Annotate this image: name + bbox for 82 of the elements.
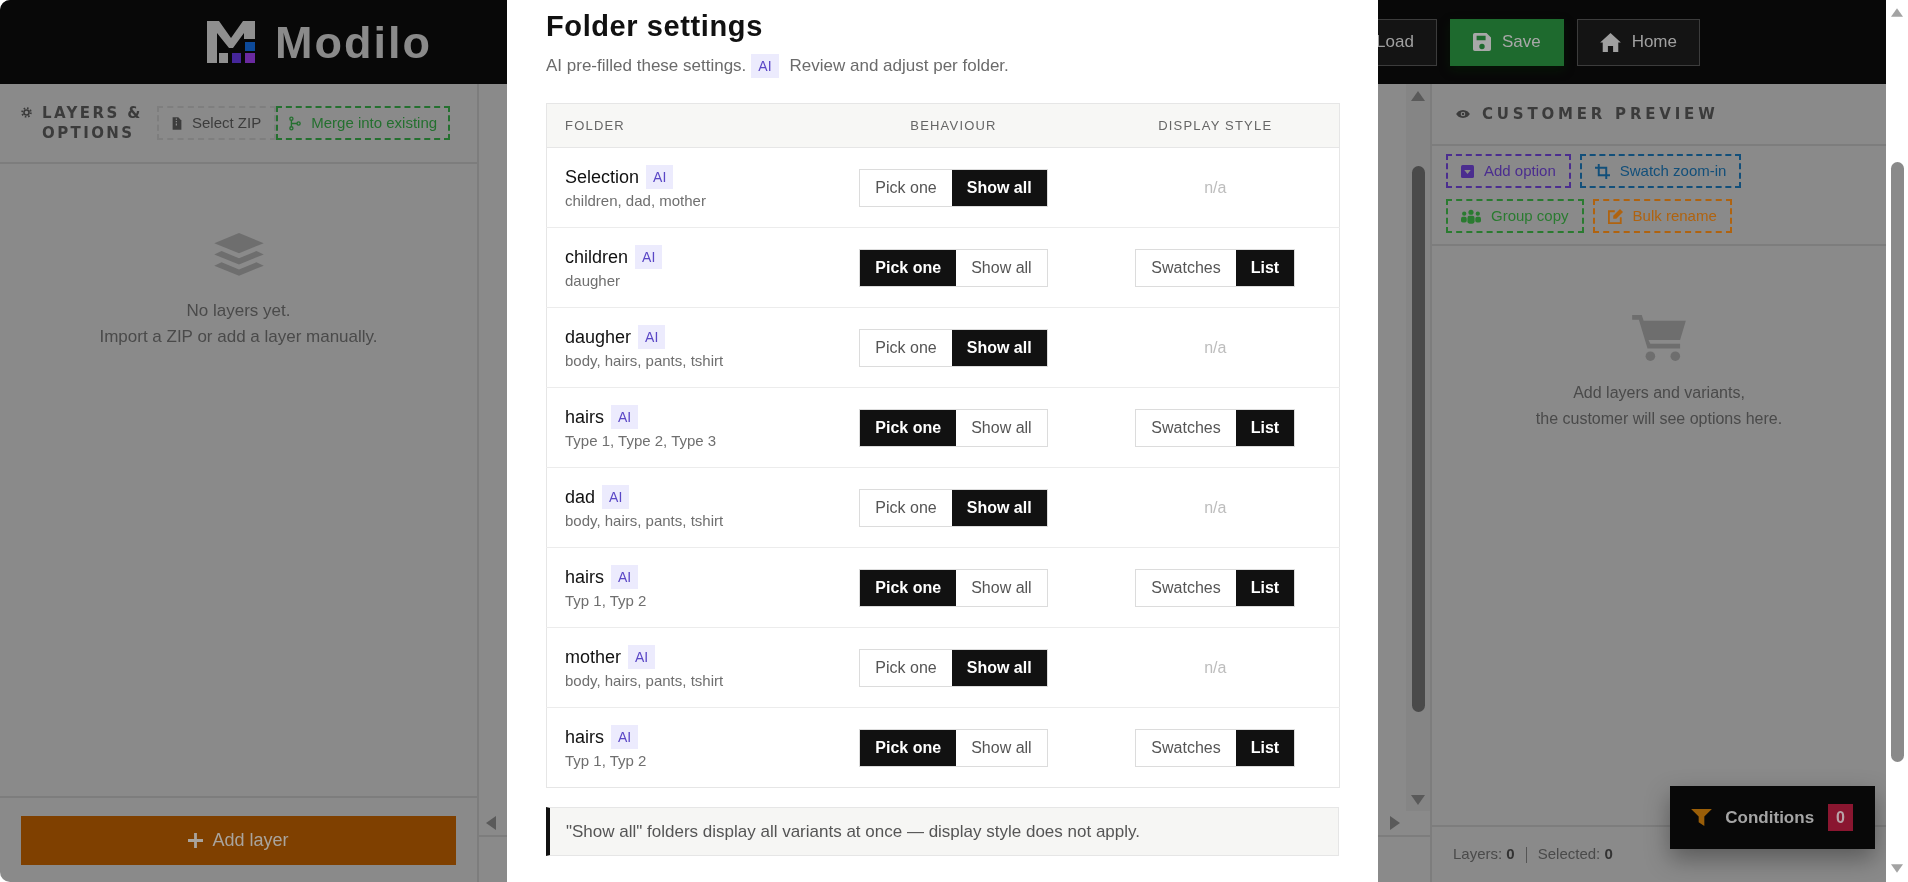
folder-name: daugher [565, 326, 632, 349]
toggle-option[interactable]: Show all [951, 489, 1047, 526]
ai-badge: AI [602, 485, 630, 509]
empty-state-title: No layers yet. [185, 300, 292, 322]
cart-icon [1632, 315, 1686, 361]
not-applicable-text: n/a [1204, 498, 1227, 516]
folder-contents: body, hairs, pants, tshirt [565, 511, 725, 531]
branch-icon [289, 115, 302, 131]
left-arrow-icon [486, 816, 496, 830]
panel-title: LAYERS & OPTIONS [42, 103, 144, 143]
ai-badge: AI [751, 54, 779, 78]
status-text: Selected: 0 [1537, 844, 1613, 865]
folder-name: hairs [565, 406, 604, 429]
toggle-option[interactable]: Pick one [860, 249, 957, 286]
ai-badge: AI [611, 405, 639, 429]
conditions-button[interactable]: Conditions 0 [1670, 786, 1875, 849]
toggle-option[interactable]: Pick one [860, 729, 957, 766]
toggle-option[interactable]: List [1235, 409, 1295, 446]
count-badge: 0 [1828, 804, 1853, 831]
up-arrow-icon [1411, 91, 1425, 101]
dropdown-square-icon [1461, 164, 1474, 178]
toggle-option[interactable]: Pick one [860, 409, 957, 446]
house-icon [1599, 32, 1621, 52]
people-icon [1461, 208, 1481, 224]
vertical-scrollbar[interactable] [1406, 84, 1430, 811]
toggle-option[interactable]: Show all [951, 649, 1047, 686]
toggle-option[interactable]: Pick one [860, 569, 957, 606]
folder-name: hairs [565, 726, 604, 749]
folder-name: mother [565, 646, 622, 669]
folder-name: children [565, 246, 629, 269]
scrollbar-thumb[interactable] [1890, 162, 1904, 762]
right-arrow-icon [1390, 816, 1400, 830]
file-icon [172, 116, 182, 130]
column-header: DISPLAY STYLE [1091, 103, 1340, 148]
up-arrow-icon [1891, 8, 1903, 17]
home-button[interactable]: Home [1576, 18, 1700, 66]
folder-name: dad [565, 486, 596, 509]
ai-badge: AI [611, 565, 639, 589]
folder-contents: body, hairs, pants, tshirt [565, 351, 725, 371]
dialog-title: Folder settings [546, 9, 764, 43]
folder-name: Selection [565, 166, 640, 189]
ai-badge: AI [646, 165, 674, 189]
toggle-option[interactable]: Show all [951, 169, 1047, 206]
folder-contents: daugher [565, 271, 622, 291]
status-text: Layers: 0 [1453, 844, 1515, 865]
toggle-option[interactable]: Show all [951, 329, 1047, 366]
panel-title: CUSTOMER PREVIEW [1482, 103, 1719, 125]
column-header: FOLDER [546, 103, 816, 148]
dialog-subtitle: AI pre-filled these settings. [546, 55, 747, 78]
scrollbar-thumb[interactable] [1411, 166, 1425, 712]
eye-icon [1456, 110, 1470, 118]
folder-contents: body, hairs, pants, tshirt [565, 671, 725, 691]
ai-badge: AI [611, 725, 639, 749]
down-arrow-icon [1411, 795, 1425, 805]
toggle-option[interactable]: List [1235, 729, 1295, 766]
toggle-option[interactable]: List [1235, 569, 1295, 606]
ai-badge: AI [628, 645, 656, 669]
folder-name: hairs [565, 566, 604, 589]
logo-text: Modilo [275, 19, 432, 65]
crop-icon [1594, 163, 1610, 179]
folder-contents: Typ 1, Typ 2 [565, 751, 648, 771]
layers-icon [213, 233, 264, 278]
info-note: "Show all" folders display all variants at once — display style does not apply. [546, 807, 1339, 856]
dialog-subtitle: Review and adjust per folder. [789, 55, 1009, 78]
empty-state-text: Add layers and variants, the customer will see options here. [1534, 383, 1784, 429]
folder-contents: children, dad, mother [565, 191, 707, 211]
empty-state-hint: Import a ZIP or add a layer manually. [98, 326, 379, 348]
ai-badge: AI [638, 325, 666, 349]
not-applicable-text: n/a [1204, 338, 1227, 356]
column-header: BEHAVIOUR [815, 103, 1092, 148]
funnel-icon [1691, 809, 1713, 826]
pencil-square-icon [1607, 208, 1623, 224]
ai-badge: AI [635, 245, 663, 269]
folder-contents: Type 1, Type 2, Type 3 [565, 431, 718, 451]
not-applicable-text: n/a [1204, 658, 1227, 676]
down-arrow-icon [1891, 864, 1903, 873]
plus-icon [188, 833, 204, 848]
logo-icon [207, 21, 255, 63]
toggle-option[interactable]: List [1235, 249, 1295, 286]
not-applicable-text: n/a [1204, 178, 1227, 196]
folder-contents: Typ 1, Typ 2 [565, 591, 648, 611]
gear-icon [21, 107, 32, 118]
